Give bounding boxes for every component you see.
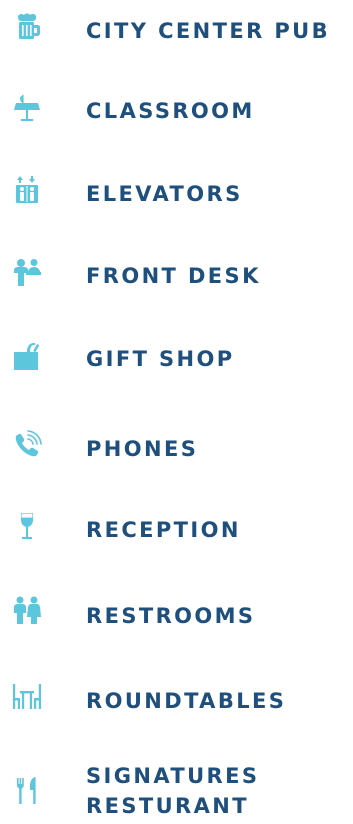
wine-glass-icon: [21, 513, 33, 539]
legend-item-elevators: ELEVATORS: [0, 173, 353, 223]
beer-mug-icon: [18, 13, 40, 39]
shopping-bag-icon: [14, 343, 40, 370]
legend-item-front-desk: FRONT DESK: [0, 255, 353, 305]
amenities-legend: CITY CENTER PUB CLASSROOM ELEVATORS FRON…: [0, 0, 353, 824]
elevator-icon: [16, 176, 38, 203]
legend-label: RECEPTION: [86, 518, 241, 542]
phone-icon: [15, 430, 42, 457]
legend-item-classroom: CLASSROOM: [0, 91, 353, 141]
legend-item-restrooms: RESTROOMS: [0, 594, 353, 644]
legend-label: PHONES: [86, 437, 199, 461]
legend-label: ELEVATORS: [86, 182, 243, 206]
table-chairs-icon: [13, 684, 41, 709]
lectern-icon: [14, 95, 40, 121]
legend-item-reception: RECEPTION: [0, 509, 353, 559]
legend-item-phones: PHONES: [0, 427, 353, 477]
legend-label: CLASSROOM: [86, 99, 255, 123]
legend-item-roundtables: ROUNDTABLES: [0, 679, 353, 729]
legend-label: RESTROOMS: [86, 604, 256, 628]
legend-item-gift-shop: GIFT SHOP: [0, 339, 353, 389]
legend-item-city-center-pub: CITY CENTER PUB: [0, 10, 353, 60]
legend-label-line2: RESTURANT: [86, 794, 249, 818]
legend-label: FRONT DESK: [86, 264, 261, 288]
legend-label: ROUNDTABLES: [86, 689, 287, 713]
front-desk-icon: [14, 259, 41, 286]
fork-knife-icon: [17, 777, 36, 804]
legend-label: GIFT SHOP: [86, 347, 235, 371]
legend-label-line1: SIGNATURES: [86, 764, 260, 788]
legend-label: CITY CENTER PUB: [86, 19, 331, 43]
restroom-icon: [14, 596, 41, 624]
legend-item-signatures-resturant: SIGNATURES RESTURANT: [0, 760, 353, 824]
